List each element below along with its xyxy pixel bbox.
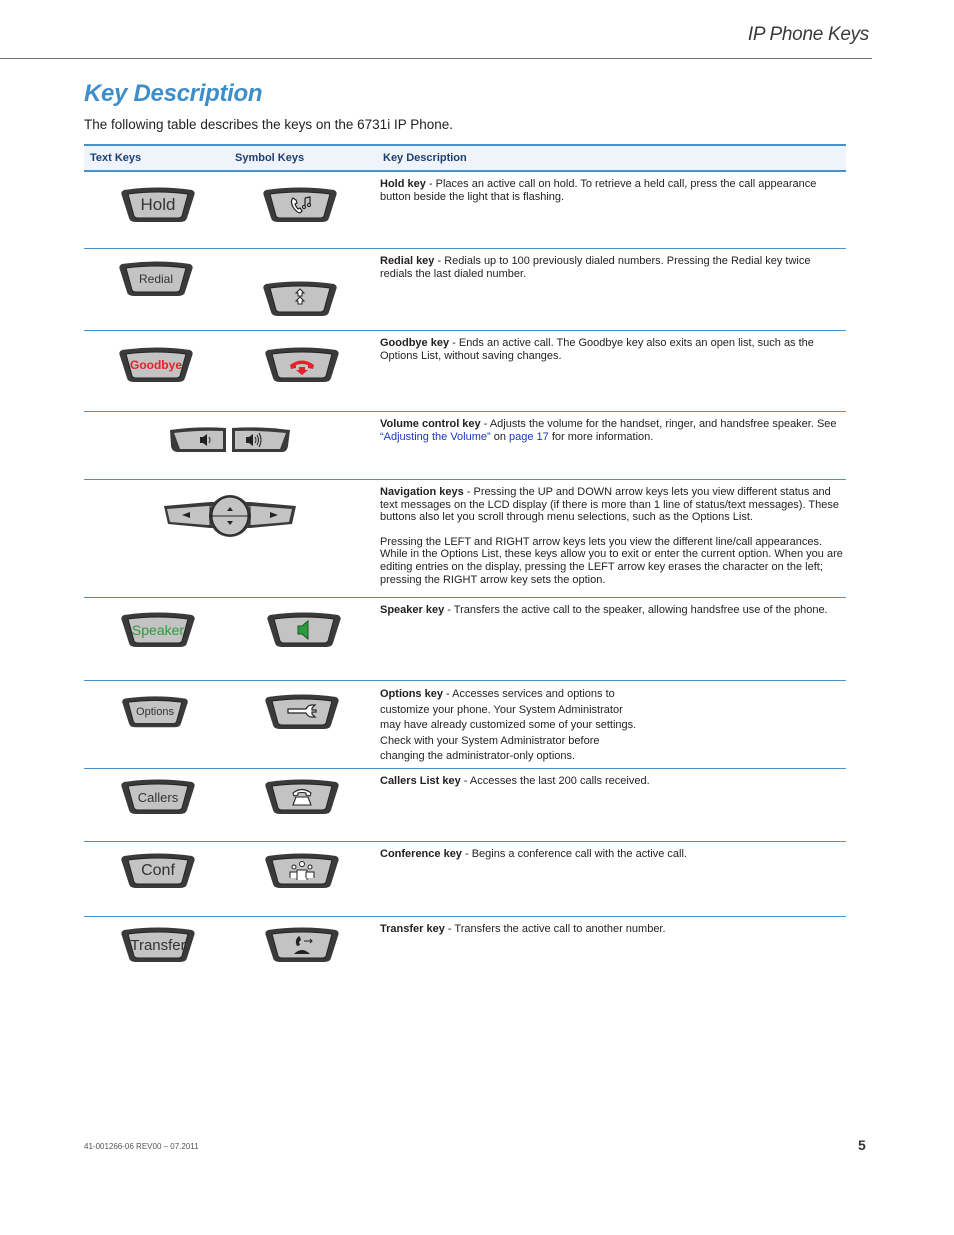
key-desc-secondary: Pressing the LEFT and RIGHT arrow keys l… — [380, 535, 843, 586]
table-header: Text Keys Symbol Keys Key Description — [84, 144, 846, 172]
row-description: Callers List key - Accesses the last 200… — [380, 775, 845, 788]
callers-symbol-key — [264, 778, 340, 816]
key-title: Hold key — [380, 178, 426, 190]
key-desc: - Begins a conference call with the acti… — [461, 848, 687, 860]
key-label: Speaker — [131, 622, 185, 638]
link-tail: for more information. — [548, 430, 654, 443]
key-desc: - Transfers the active call to another n… — [444, 923, 666, 935]
speaker-symbol-key — [266, 611, 342, 649]
table-row: Callers Callers List key - Accesses the … — [84, 769, 846, 842]
volume-control-key — [168, 426, 292, 454]
intro-text: The following table describes the keys o… — [84, 117, 453, 132]
table-row: Goodbye Goodbye key - Ends an active cal… — [84, 331, 846, 412]
row-description: Conference key - Begins a conference cal… — [380, 848, 845, 861]
table-row: Hold Hold key - Places an active call on… — [84, 172, 846, 249]
key-desc: - Places an active call on hold. To retr… — [380, 178, 817, 203]
key-desc: - Adjusts the volume for the handset, ri… — [480, 418, 837, 430]
page-title: Key Description — [84, 80, 263, 107]
volume-down-icon — [170, 427, 226, 452]
key-label: Hold — [140, 195, 176, 214]
navigation-keys — [162, 494, 298, 538]
key-desc: - Accesses the last 200 calls received. — [460, 775, 650, 787]
key-label: Conf — [141, 862, 175, 879]
key-title: Callers List key — [380, 775, 461, 787]
conf-symbol-key — [264, 852, 340, 890]
row-description: Volume control key - Adjusts the volume … — [380, 418, 845, 443]
key-label: Transfer — [130, 936, 186, 954]
page-17-link[interactable]: page 17 — [509, 431, 549, 443]
transfer-symbol-key — [264, 926, 340, 964]
conf-text-key: Conf — [120, 852, 196, 890]
key-table: Text Keys Symbol Keys Key Description Ho… — [84, 144, 846, 977]
footer-page-number: 5 — [858, 1137, 866, 1153]
row-description: Transfer key - Transfers the active call… — [380, 923, 845, 936]
column-header-text-keys: Text Keys — [90, 152, 142, 164]
key-title: Goodbye key — [380, 337, 450, 349]
link-connector: on — [490, 430, 510, 443]
hold-symbol-key — [262, 186, 338, 224]
footer-doc-number: 41-001266-06 REV00 – 07.2011 — [84, 1142, 199, 1151]
row-description: Goodbye key - Ends an active call. The G… — [380, 337, 845, 362]
navigation-arrows-icon — [164, 495, 296, 537]
row-description: Speaker key - Transfers the active call … — [380, 604, 845, 617]
key-title: Redial key — [380, 255, 435, 267]
speaker-text-key: Speaker — [120, 611, 196, 649]
key-label: Goodbye — [129, 358, 182, 372]
key-title: Navigation keys — [380, 486, 464, 498]
table-row: Options Options key - Accesses services … — [84, 681, 846, 769]
header-rule — [0, 58, 872, 59]
key-desc: - Transfers the active call to the speak… — [444, 604, 828, 616]
adjusting-volume-link[interactable]: “Adjusting the Volume” — [380, 431, 491, 443]
row-description: Navigation keys - Pressing the UP and DO… — [380, 486, 845, 598]
table-row: Conf Conference key - Begins a conferenc… — [84, 842, 846, 917]
volume-up-icon — [232, 427, 290, 452]
table-row: Navigation keys - Pressing the UP and DO… — [84, 480, 846, 598]
goodbye-symbol-key — [264, 346, 340, 384]
key-label: Redial — [138, 272, 174, 286]
table-row: Redial Redial key - Redials up to 100 pr… — [84, 249, 846, 331]
row-description: Redial key - Redials up to 100 previousl… — [380, 255, 845, 280]
column-header-symbol-keys: Symbol Keys — [235, 152, 305, 164]
key-title: Volume control key — [380, 418, 481, 430]
options-text-key: Options — [118, 695, 192, 729]
options-symbol-key — [264, 693, 340, 731]
key-desc: - Redials up to 100 previously dialed nu… — [380, 255, 811, 280]
key-title: Speaker key — [380, 604, 445, 616]
key-label: Callers — [137, 789, 179, 805]
callers-text-key: Callers — [120, 778, 196, 816]
redial-symbol-key — [262, 280, 338, 318]
desk-phone-icon — [292, 788, 312, 806]
key-title: Conference key — [380, 848, 462, 860]
section-title: IP Phone Keys — [747, 24, 869, 45]
key-title: Transfer key — [380, 923, 445, 935]
key-label: Options — [136, 706, 174, 718]
transfer-text-key: Transfer — [120, 926, 196, 964]
row-description: Options key - Accesses services and opti… — [380, 687, 642, 765]
goodbye-text-key: Goodbye — [118, 346, 194, 384]
table-row: Transfer Transfer key - Transfers the ac… — [84, 917, 846, 977]
table-row: Volume control key - Adjusts the volume … — [84, 412, 846, 480]
column-header-key-description: Key Description — [383, 152, 467, 164]
table-row: Speaker Speaker key - Transfers the acti… — [84, 598, 846, 681]
row-description: Hold key - Places an active call on hold… — [380, 178, 845, 203]
redial-text-key: Redial — [118, 260, 194, 298]
hold-text-key: Hold — [120, 186, 196, 224]
key-title: Options key — [380, 688, 443, 700]
